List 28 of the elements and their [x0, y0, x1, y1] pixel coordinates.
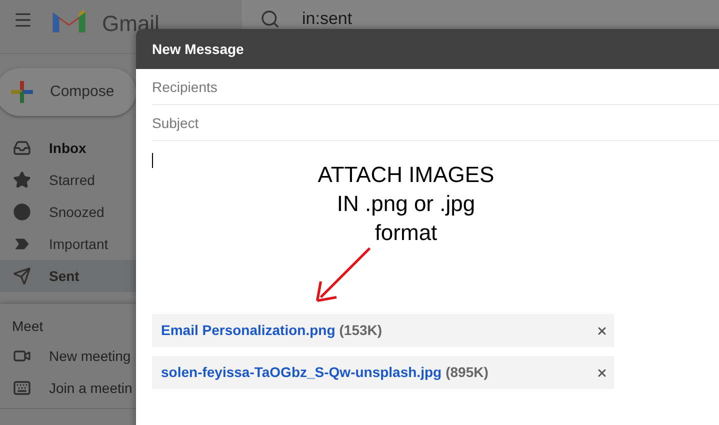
meet-item[interactable]: New meeting — [0, 340, 136, 372]
keyboard-icon — [13, 379, 31, 397]
nav-item[interactable]: Snoozed — [0, 196, 136, 228]
close-icon[interactable] — [596, 366, 608, 378]
annotation-text: ATTACH IMAGES IN .png or .jpg format — [316, 161, 496, 247]
search-icon[interactable] — [260, 9, 280, 29]
attachment-name[interactable]: Email Personalization.png — [161, 320, 336, 341]
section-title: Meet — [11, 317, 44, 336]
subject-field[interactable]: Subject — [152, 105, 719, 141]
attachment-name[interactable]: solen-feyissa-TaOGbz_S-Qw-unsplash.jpg — [161, 362, 442, 383]
nav-item[interactable]: Inbox — [0, 132, 136, 164]
star-icon — [13, 171, 31, 189]
attachment-chip[interactable]: Email Personalization.png (153K) — [152, 314, 614, 347]
nav-item[interactable]: Important — [0, 228, 136, 260]
attachment-chip[interactable]: solen-feyissa-TaOGbz_S-Qw-unsplash.jpg (895K) — [152, 356, 614, 389]
meet-item[interactable]: Join a meetin — [0, 372, 136, 404]
text-cursor — [152, 153, 153, 168]
attachment-size: (153K) — [339, 321, 382, 340]
recipients-field[interactable]: Recipients — [152, 69, 719, 105]
dialog-title: New Message — [152, 40, 244, 59]
send-icon — [13, 267, 31, 285]
compose-button[interactable]: Compose — [0, 68, 136, 116]
close-icon[interactable] — [596, 324, 608, 336]
inbox-icon — [13, 139, 31, 157]
plus-icon — [10, 80, 34, 104]
nav-item[interactable]: Starred — [0, 164, 136, 196]
attachment-size: (895K) — [446, 363, 488, 382]
nav-item[interactable]: Sent — [0, 260, 136, 292]
